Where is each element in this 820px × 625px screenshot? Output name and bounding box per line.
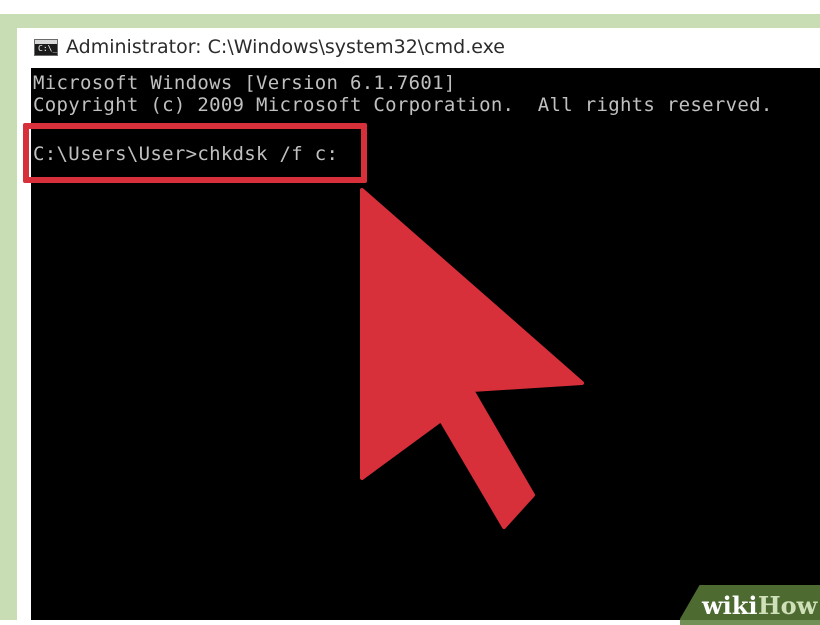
- title-bar[interactable]: C:\_ Administrator: C:\Windows\system32\…: [17, 28, 820, 68]
- image-frame: C:\_ Administrator: C:\Windows\system32\…: [0, 0, 820, 625]
- watermark-wiki-text: wiki: [702, 591, 758, 620]
- cmd-window[interactable]: C:\_ Administrator: C:\Windows\system32\…: [17, 28, 820, 620]
- cmd-icon[interactable]: C:\_: [34, 39, 58, 56]
- window-title: Administrator: C:\Windows\system32\cmd.e…: [66, 36, 505, 58]
- command-highlight-box: [23, 123, 367, 183]
- wikihow-watermark: wiki How: [680, 585, 820, 625]
- console-line-copyright: Copyright (c) 2009 Microsoft Corporation…: [33, 94, 773, 116]
- prompt-glyph: C:\_: [38, 44, 58, 53]
- watermark-how-text: How: [758, 591, 818, 620]
- console-line-version: Microsoft Windows [Version 6.1.7601]: [33, 72, 456, 94]
